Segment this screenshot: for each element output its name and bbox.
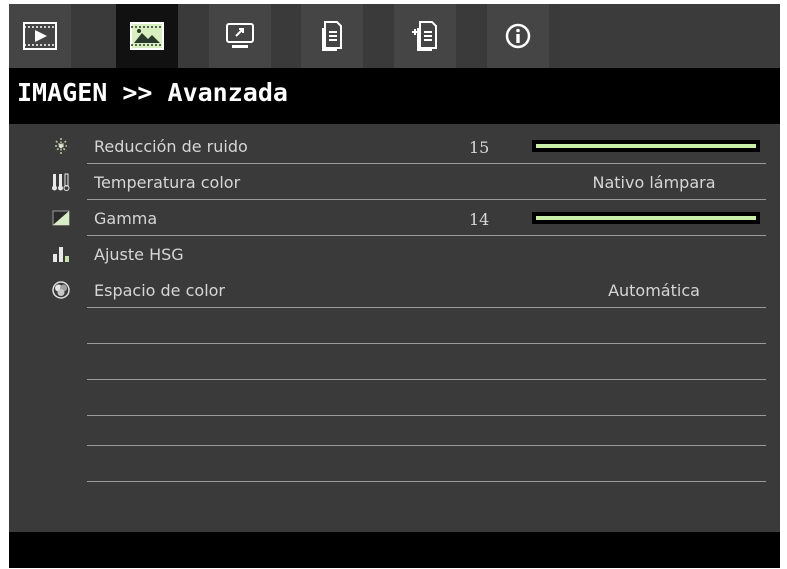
bottom-bar <box>9 532 780 568</box>
menu-item-label: Ajuste HSG <box>94 245 184 264</box>
slider-fill <box>536 144 756 148</box>
empty-row <box>9 452 780 488</box>
slider-fill <box>536 216 756 220</box>
settings-document-icon <box>322 21 342 51</box>
thermometer-icon <box>52 173 70 191</box>
image-icon <box>130 22 164 50</box>
page-title: IMAGEN >> Avanzada <box>17 78 288 107</box>
menu-item-value: Nativo lámpara <box>592 173 716 192</box>
display-icon <box>226 23 254 48</box>
empty-row <box>9 344 780 380</box>
menu-item-value: Automática <box>608 281 700 300</box>
tab-info[interactable] <box>487 4 549 68</box>
menu-item-color-temperature[interactable]: Temperatura color Nativo lámpara <box>9 164 780 200</box>
menu-item-noise-reduction[interactable]: Reducción de ruido 15 <box>9 128 780 164</box>
gamma-slider[interactable] <box>532 212 760 224</box>
hsg-bars-icon <box>53 247 69 262</box>
menu-item-gamma[interactable]: Gamma 14 <box>9 200 780 236</box>
settings-documents-icon <box>412 21 437 51</box>
tab-video[interactable] <box>9 4 71 68</box>
video-play-icon <box>23 22 57 50</box>
tab-display[interactable] <box>209 4 271 68</box>
color-space-icon <box>52 281 70 299</box>
title-bar: IMAGEN >> Avanzada <box>9 68 780 124</box>
tab-bar <box>9 4 780 68</box>
tab-image[interactable] <box>116 4 178 68</box>
empty-row <box>9 308 780 344</box>
empty-row <box>9 416 780 452</box>
tab-settings-2[interactable] <box>394 4 456 68</box>
osd-menu: IMAGEN >> Avanzada Reducción de ruido 15… <box>9 4 780 568</box>
menu-item-color-space[interactable]: Espacio de color Automática <box>9 272 780 308</box>
menu-item-hsg[interactable]: Ajuste HSG <box>9 236 780 272</box>
tab-settings-1[interactable] <box>301 4 363 68</box>
noise-reduction-slider[interactable] <box>532 140 760 152</box>
menu-item-number: 14 <box>469 210 490 229</box>
menu-item-label: Temperatura color <box>94 173 241 192</box>
noise-reduction-icon <box>55 138 67 154</box>
info-icon <box>505 23 531 49</box>
gamma-icon <box>52 210 70 226</box>
menu-item-label: Gamma <box>94 209 158 228</box>
menu-item-label: Reducción de ruido <box>94 137 248 156</box>
empty-row <box>9 380 780 416</box>
menu-item-number: 15 <box>469 138 490 157</box>
menu-item-label: Espacio de color <box>94 281 226 300</box>
